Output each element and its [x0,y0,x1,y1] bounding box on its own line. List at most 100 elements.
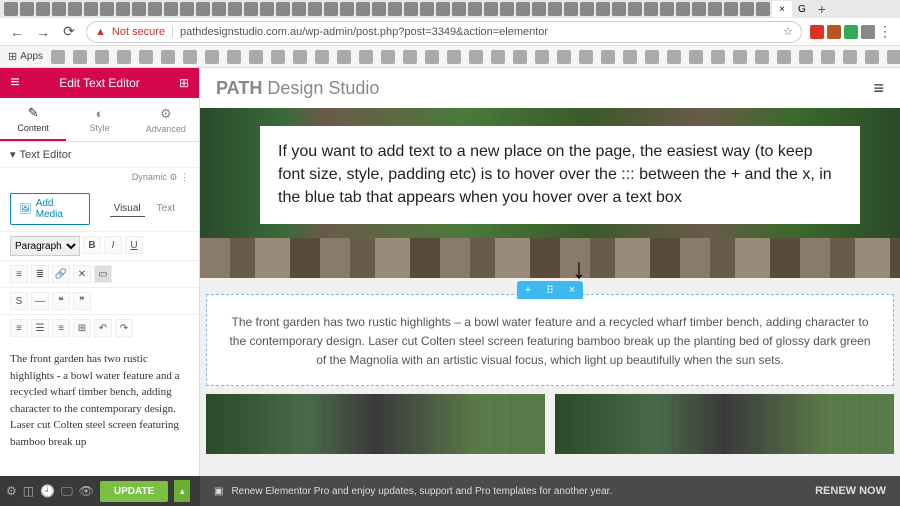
bookmark-icon[interactable] [95,50,109,64]
back-button[interactable]: ← [8,23,26,41]
browser-tab[interactable] [116,2,130,16]
bookmark-icon[interactable] [117,50,131,64]
site-logo[interactable]: PATH Design Studio [216,78,379,99]
reload-button[interactable]: ⟳ [60,23,78,41]
gallery-image[interactable] [555,394,894,454]
widgets-grid-button[interactable]: ⊞ [169,76,199,90]
align-right-button[interactable]: ≡ [52,319,70,337]
selected-section[interactable]: + ⠿ × The front garden has two rustic hi… [206,294,894,386]
bookmark-icon[interactable] [51,50,65,64]
history-icon[interactable]: 🕘 [40,484,55,498]
add-media-button[interactable]: 🖼Add Media [10,193,90,225]
apps-button[interactable]: ⊞Apps [8,50,43,63]
bookmark-icon[interactable] [557,50,571,64]
browser-tab[interactable] [548,2,562,16]
browser-tab[interactable] [20,2,34,16]
delete-section-button[interactable]: × [561,284,583,296]
pinterest-icon[interactable] [810,25,824,39]
bookmark-icon[interactable] [689,50,703,64]
link-button[interactable]: 🔗 [52,265,70,283]
unlink-button[interactable]: ✕ [73,265,91,283]
star-icon[interactable]: ☆ [783,25,793,38]
bookmark-icon[interactable] [711,50,725,64]
bookmark-icon[interactable] [293,50,307,64]
align-left-button[interactable]: ≡ [10,319,28,337]
browser-tab[interactable] [516,2,530,16]
undo-button[interactable]: ↶ [94,319,112,337]
bookmark-icon[interactable] [271,50,285,64]
bookmark-icon[interactable] [821,50,835,64]
bookmark-icon[interactable] [227,50,241,64]
bold-button[interactable]: B [83,236,101,254]
bookmark-icon[interactable] [183,50,197,64]
dynamic-label[interactable]: Dynamic ⚙ ⋮ [0,168,199,187]
bookmark-icon[interactable] [315,50,329,64]
italic-button[interactable]: I [104,236,122,254]
browser-tab[interactable] [68,2,82,16]
browser-tab[interactable] [388,2,402,16]
color-button[interactable]: ▭ [94,265,112,283]
browser-tab[interactable] [740,2,754,16]
update-options-button[interactable]: ▴ [174,480,190,502]
browser-tab[interactable] [468,2,482,16]
browser-tab[interactable] [164,2,178,16]
ol-button[interactable]: ≣ [31,265,49,283]
browser-tab[interactable] [340,2,354,16]
browser-tab[interactable] [628,2,642,16]
renew-now-button[interactable]: RENEW NOW [815,485,886,497]
browser-tab[interactable] [100,2,114,16]
quote-button[interactable]: ❝ [52,292,70,310]
hr-button[interactable]: — [31,292,49,310]
bookmark-icon[interactable] [513,50,527,64]
browser-tab[interactable] [84,2,98,16]
browser-tab[interactable] [372,2,386,16]
browser-tab[interactable] [308,2,322,16]
style-tab[interactable]: ◐Style [66,98,132,141]
browser-tab[interactable] [676,2,690,16]
bookmark-icon[interactable] [887,50,900,64]
visual-tab[interactable]: Visual [110,201,145,217]
browser-tab[interactable] [660,2,674,16]
bookmark-icon[interactable] [139,50,153,64]
browser-tab[interactable] [612,2,626,16]
bookmark-icon[interactable] [469,50,483,64]
browser-tab[interactable] [692,2,706,16]
redo-button[interactable]: ↷ [115,319,133,337]
settings-icon[interactable]: ⚙ [6,484,17,498]
bookmark-icon[interactable] [755,50,769,64]
browser-tab[interactable] [580,2,594,16]
bookmark-icon[interactable] [491,50,505,64]
browser-tab[interactable] [436,2,450,16]
browser-tab[interactable] [148,2,162,16]
browser-tab[interactable] [564,2,578,16]
gallery-image[interactable] [206,394,545,454]
bookmark-icon[interactable] [843,50,857,64]
bookmark-icon[interactable] [623,50,637,64]
browser-tab[interactable] [420,2,434,16]
url-bar[interactable]: ▲ Not secure | pathdesignstudio.com.au/w… [86,21,802,43]
tab-google[interactable]: G [794,4,810,15]
editor-content[interactable]: The front garden has two rustic highligh… [0,341,199,460]
add-section-button[interactable]: + [517,284,539,296]
browser-tab[interactable] [244,2,258,16]
browser-tab[interactable] [324,2,338,16]
bookmark-icon[interactable] [645,50,659,64]
browser-tab[interactable] [452,2,466,16]
navigator-icon[interactable]: ◫ [23,484,34,498]
bookmark-icon[interactable] [381,50,395,64]
bookmark-icon[interactable] [337,50,351,64]
browser-tab[interactable] [708,2,722,16]
sidebar-menu-button[interactable]: ≡ [0,74,30,92]
align-center-button[interactable]: ☰ [31,319,49,337]
browser-tab[interactable] [132,2,146,16]
ext-icon[interactable] [861,25,875,39]
browser-tab[interactable] [196,2,210,16]
browser-tab[interactable] [260,2,274,16]
browser-tab[interactable] [36,2,50,16]
browser-tab[interactable] [500,2,514,16]
forward-button[interactable]: → [34,23,52,41]
browser-tab[interactable] [532,2,546,16]
bookmark-icon[interactable] [161,50,175,64]
ext-icon[interactable] [844,25,858,39]
bookmark-icon[interactable] [865,50,879,64]
